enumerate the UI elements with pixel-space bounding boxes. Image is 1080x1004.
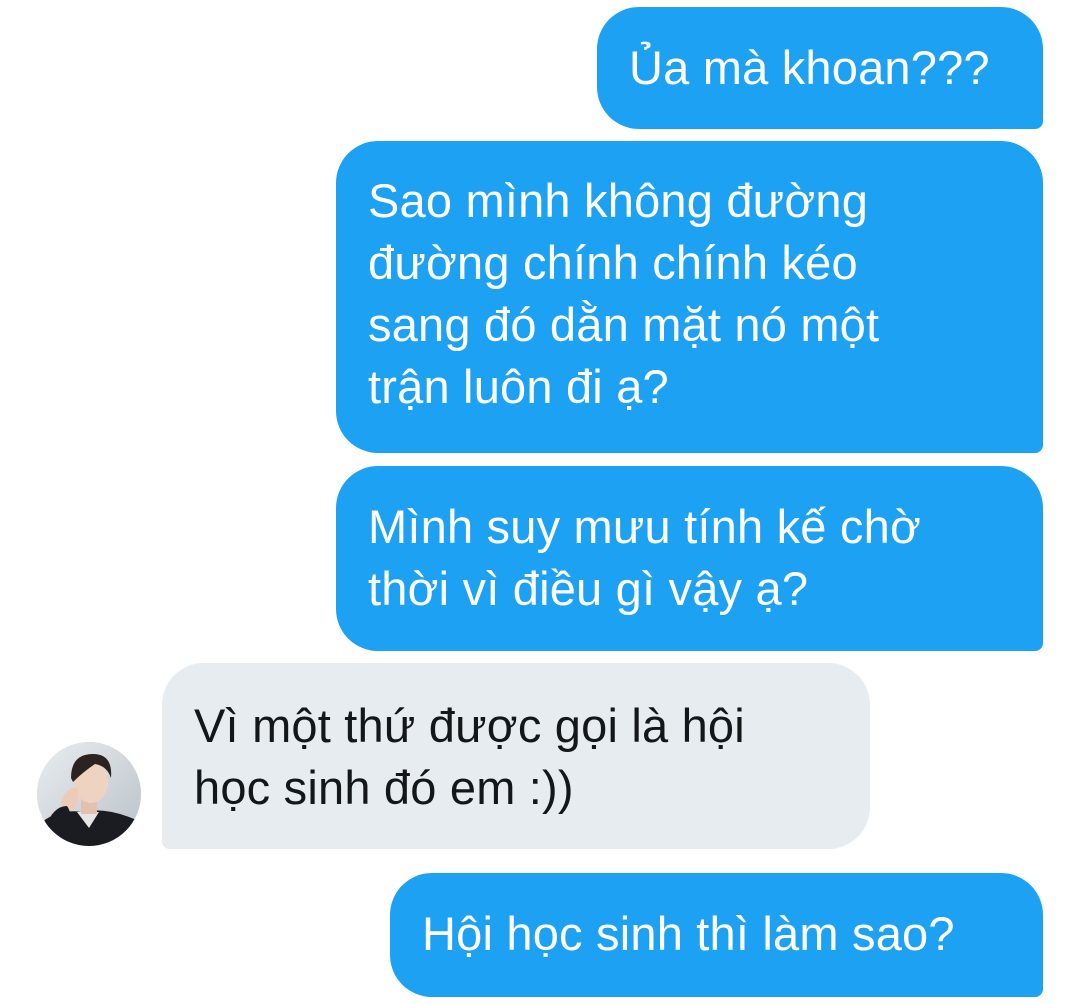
- outgoing-message-bubble[interactable]: Ủa mà khoan???: [597, 7, 1043, 129]
- outgoing-message-bubble[interactable]: Mình suy mưu tính kế chờ thời vì điều gì…: [336, 466, 1043, 651]
- contact-avatar-photo: [37, 742, 141, 846]
- contact-avatar[interactable]: [37, 742, 141, 846]
- incoming-message-bubble[interactable]: Vì một thứ được gọi là hội học sinh đó e…: [162, 663, 870, 849]
- outgoing-message-bubble[interactable]: Hội học sinh thì làm sao?: [390, 873, 1043, 997]
- outgoing-message-bubble[interactable]: Sao mình không đường đường chính chính k…: [336, 141, 1043, 453]
